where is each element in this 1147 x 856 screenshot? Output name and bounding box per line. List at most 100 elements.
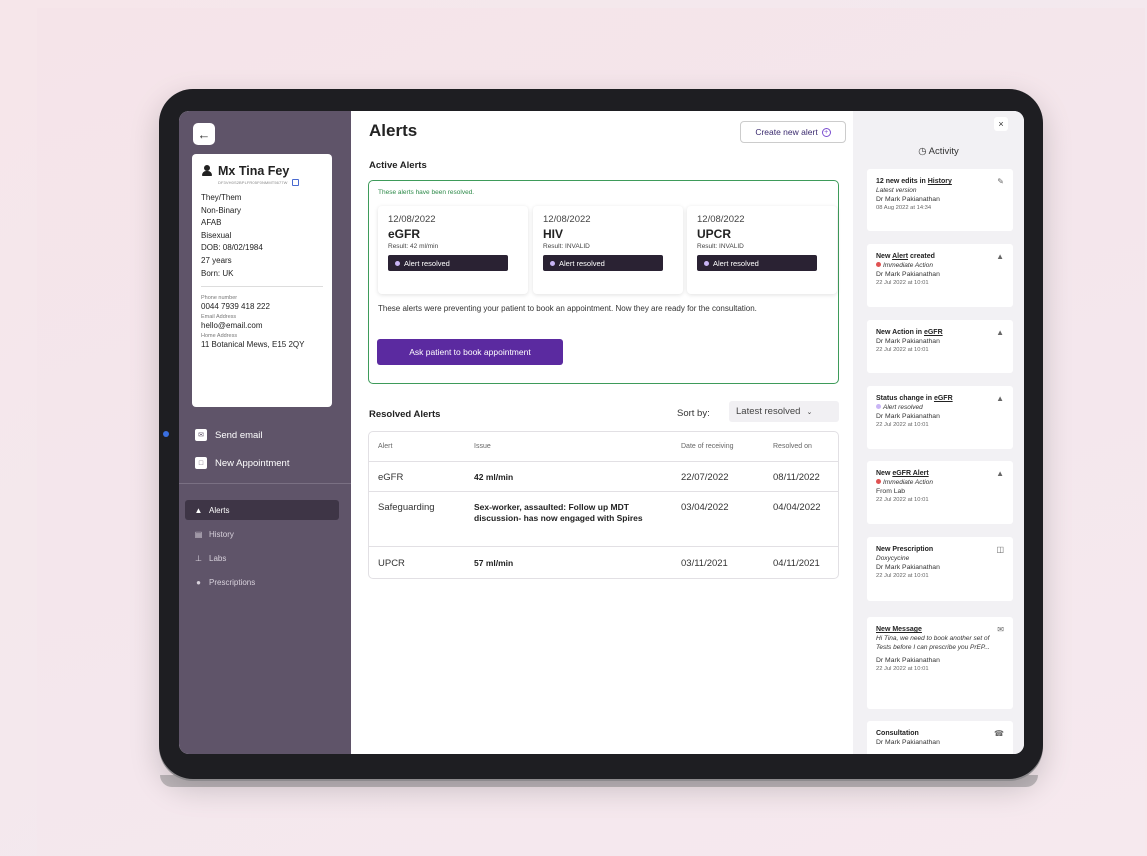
copy-icon[interactable] [291, 179, 299, 186]
cell-issue: Sex-worker, assaulted: Follow up MDT dis… [474, 502, 643, 523]
close-icon: × [998, 119, 1004, 129]
activity-title-label: Activity [928, 146, 959, 157]
activity-status-label: Immediate Action [883, 262, 933, 269]
table-row[interactable]: UPCR 57 ml/min 03/11/2021 04/11/2021 [369, 547, 838, 579]
activity-headline: New Message [876, 625, 1004, 634]
sidebar-item-alerts[interactable]: ▲ Alerts [185, 500, 339, 520]
sidebar-item-label: History [209, 529, 234, 539]
pill-bottle-icon: ◫ [996, 545, 1004, 554]
cell-resolved: 08/11/2022 [773, 472, 820, 483]
column-header: Date of receiving [681, 443, 734, 450]
resolved-alerts-table: Alert Issue Date of receiving Resolved o… [368, 431, 839, 579]
sidebar-item-labs[interactable]: ⊥ Labs [185, 548, 339, 568]
patient-sidebar: ← Mx Tina Fey DF3VH0S2BPLFR05F0NMMT5677W… [179, 111, 351, 754]
activity-item[interactable]: ☎ Consultation Dr Mark Pakianathan [867, 721, 1013, 754]
activity-item[interactable]: ▲ New Alert created Immediate Action Dr … [867, 244, 1013, 307]
arrow-left-icon: ← [197, 126, 211, 142]
activity-headline-text: New Action in [876, 329, 924, 336]
alert-date: 12/08/2022 [697, 214, 745, 225]
activity-link[interactable]: eGFR [924, 329, 943, 336]
cell-resolved: 04/11/2021 [773, 558, 820, 569]
back-button[interactable]: ← [193, 123, 215, 145]
sidebar-item-label: Prescriptions [209, 577, 256, 587]
activity-time: 22 Jul 2022 at 10:01 [876, 347, 929, 353]
activity-item[interactable]: ✎ 12 new edits in History Latest version… [867, 169, 1013, 231]
activity-status-label: Immediate Action [883, 479, 933, 486]
activity-time: 22 Jul 2022 at 10:01 [876, 666, 929, 672]
activity-time: 22 Jul 2022 at 10:01 [876, 573, 929, 579]
table-row[interactable]: eGFR 42 ml/min 22/07/2022 08/11/2022 [369, 462, 838, 492]
activity-item[interactable]: ▲ New eGFR Alert Immediate Action From L… [867, 461, 1013, 524]
alert-card-upcr[interactable]: 12/08/2022 UPCR Result: INVALID Alert re… [687, 206, 837, 294]
table-row[interactable]: Safeguarding Sex-worker, assaulted: Foll… [369, 492, 838, 547]
create-alert-button[interactable]: Create new alert + [740, 121, 846, 143]
activity-item[interactable]: ◫ New Prescription Doxycycine Dr Mark Pa… [867, 537, 1013, 601]
activity-author: Dr Mark Pakianathan [876, 739, 940, 746]
activity-link[interactable]: Alert [892, 253, 908, 260]
cell-received: 22/07/2022 [681, 472, 729, 483]
activity-item[interactable]: ▲ Status change in eGFR Alert resolved D… [867, 386, 1013, 449]
status-badge-label: Alert resolved [559, 258, 605, 268]
ask-book-appointment-button[interactable]: Ask patient to book appointment [377, 339, 563, 365]
activity-subtitle: Latest version [876, 187, 917, 194]
activity-time: 22 Jul 2022 at 10:01 [876, 497, 929, 503]
status-badge-label: Alert resolved [713, 258, 759, 268]
sidebar-item-prescriptions[interactable]: ● Prescriptions [185, 572, 339, 592]
activity-status: Immediate Action [876, 261, 1004, 270]
sidebar-divider [179, 483, 351, 484]
app-screen: ← Mx Tina Fey DF3VH0S2BPLFR05F0NMMT5677W… [179, 111, 1024, 754]
activity-headline: 12 new edits in History [876, 177, 1004, 186]
alert-card-hiv[interactable]: 12/08/2022 HIV Result: INVALID Alert res… [533, 206, 683, 294]
status-dot-icon [876, 479, 881, 484]
alert-result: Result: INVALID [543, 243, 590, 250]
create-alert-label: Create new alert [755, 127, 818, 137]
alert-result: Result: 42 ml/min [388, 243, 439, 250]
patient-name: Mx Tina Fey [218, 164, 290, 178]
activity-link[interactable]: eGFR [934, 395, 953, 402]
plus-icon: + [821, 127, 831, 137]
alerts-main: Alerts Create new alert + Active Alerts … [351, 111, 853, 754]
activity-status: Immediate Action [876, 478, 1004, 487]
cell-issue: 42 ml/min [474, 472, 514, 482]
history-icon: ◷ [918, 146, 927, 157]
status-badge: Alert resolved [697, 255, 817, 271]
page-title: Alerts [369, 121, 418, 140]
alert-test: eGFR [388, 227, 421, 241]
cell-received: 03/11/2021 [681, 558, 728, 569]
bell-icon: ▲ [996, 252, 1004, 261]
status-dot-icon [550, 260, 555, 266]
activity-item[interactable]: ▲ New Action in eGFR Dr Mark Pakianathan… [867, 320, 1013, 373]
activity-status-label: Alert resolved [883, 404, 923, 411]
column-header: Resolved on [773, 443, 812, 450]
activity-headline-text: created [908, 253, 935, 260]
patient-age: 27 years [201, 255, 232, 265]
activity-headline: New eGFR Alert [876, 469, 1004, 478]
cell-received: 03/04/2022 [681, 502, 729, 513]
status-badge: Alert resolved [388, 255, 508, 271]
activity-item[interactable]: ✉ New Message Hi Tina, we need to book a… [867, 617, 1013, 709]
activity-link[interactable]: New Message [876, 626, 922, 633]
alert-date: 12/08/2022 [543, 214, 591, 225]
alert-test: UPCR [697, 227, 732, 241]
activity-headline-text: New [876, 470, 893, 477]
sidebar-item-history[interactable]: ▤ History [185, 524, 339, 544]
activity-link[interactable]: History [928, 178, 952, 185]
activity-subtitle: Doxycycine [876, 555, 910, 562]
column-header: Alert [378, 443, 393, 450]
activity-link[interactable]: eGFR Alert [892, 470, 928, 477]
table-header: Alert Issue Date of receiving Resolved o… [369, 432, 838, 462]
sort-value: Latest resolved [736, 406, 801, 417]
new-appointment-button[interactable]: □ New Appointment [195, 457, 289, 469]
send-email-button[interactable]: ✉ Send email [195, 429, 263, 441]
chevron-down-icon: ⌄ [806, 408, 813, 416]
status-dot-icon [876, 404, 881, 409]
alert-card-egfr[interactable]: 12/08/2022 eGFR Result: 42 ml/min Alert … [378, 206, 528, 294]
patient-dob: DOB: 08/02/1984 [201, 243, 263, 253]
sidebar-item-label: Labs [209, 553, 227, 563]
patient-orientation: Bisexual [201, 230, 232, 240]
sort-select[interactable]: Latest resolved ⌄ [729, 401, 839, 422]
close-button[interactable]: × [994, 117, 1008, 131]
alert-result: Result: INVALID [697, 243, 744, 250]
patient-card: Mx Tina Fey DF3VH0S2BPLFR05F0NMMT5677W T… [192, 154, 332, 407]
column-header: Issue [474, 443, 491, 450]
